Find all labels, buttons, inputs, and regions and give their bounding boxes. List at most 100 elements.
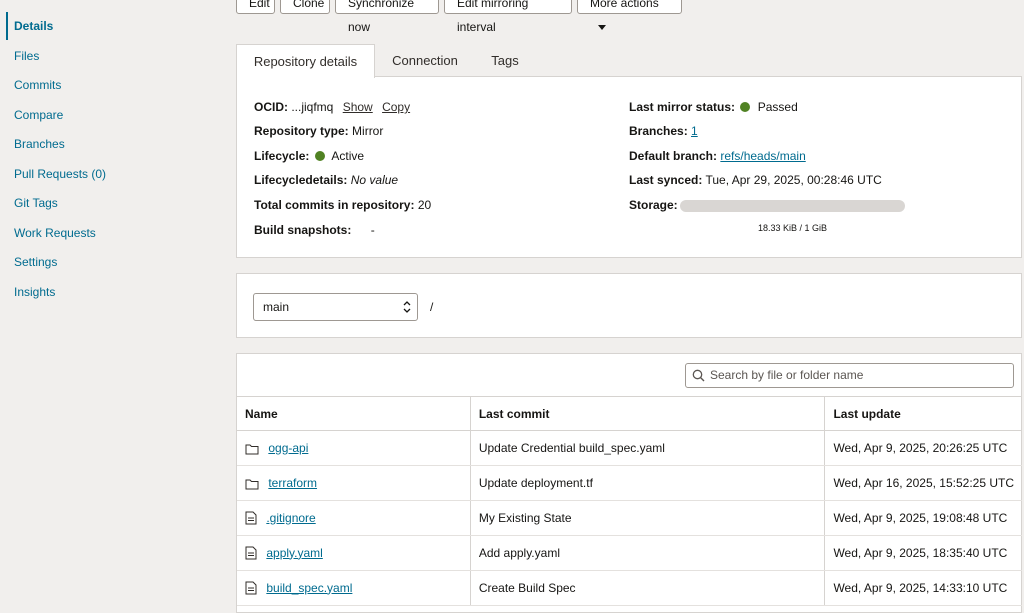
mirror-status-label: Last mirror status:: [629, 100, 736, 114]
table-row: build_spec.yaml Create Build Spec Wed, A…: [237, 570, 1022, 606]
tab-tags[interactable]: Tags: [478, 44, 532, 77]
last-update-cell: Wed, Apr 9, 2025, 18:35:40 UTC: [824, 535, 1022, 571]
mirror-status-row: Last mirror status: Passed: [629, 100, 798, 114]
file-name-link[interactable]: build_spec.yaml: [266, 581, 352, 595]
storage-row: Storage:: [629, 198, 678, 212]
table-row: ogg-api Update Credential build_spec.yam…: [237, 430, 1022, 466]
caret-down-icon: [598, 25, 606, 31]
synchronize-button[interactable]: Synchronize now: [335, 0, 439, 34]
last-commit-cell: My Existing State: [469, 500, 825, 536]
branches-label: Branches:: [629, 124, 688, 138]
file-icon: [245, 511, 257, 525]
ocid-row: OCID: ...jiqfmq Show Copy: [254, 100, 410, 114]
last-update-cell: Wed, Apr 9, 2025, 19:08:48 UTC: [824, 500, 1022, 536]
storage-label: Storage:: [629, 198, 678, 212]
edit-mirroring-interval-button[interactable]: Edit mirroring interval: [444, 0, 572, 34]
repository-type-label: Repository type:: [254, 124, 349, 138]
sidebar: Details Files Commits Compare Branches P…: [0, 0, 210, 606]
branches-row: Branches: 1: [629, 124, 698, 138]
sidebar-item-insights[interactable]: Insights: [6, 278, 204, 306]
column-header-last-commit[interactable]: Last commit: [469, 396, 825, 431]
edit-button[interactable]: Edit: [236, 0, 275, 14]
file-name-cell: terraform: [237, 465, 471, 501]
files-table: Name Last commit Last update ogg-api Upd…: [237, 396, 1022, 606]
lifecycle-details-value: No value: [350, 173, 399, 187]
file-name-link[interactable]: apply.yaml: [266, 546, 322, 560]
total-commits-row: Total commits in repository: 20: [254, 198, 431, 212]
build-snapshots-label: Build snapshots:: [254, 223, 352, 237]
sidebar-item-files[interactable]: Files: [6, 42, 204, 70]
file-name-cell: ogg-api: [237, 430, 471, 466]
file-name-link[interactable]: .gitignore: [266, 511, 315, 525]
last-commit-cell: Add apply.yaml: [469, 535, 825, 571]
lifecycle-details-row: Lifecycledetails: No value: [254, 173, 398, 187]
sidebar-item-work-requests[interactable]: Work Requests: [6, 219, 204, 247]
folder-icon: [245, 444, 259, 455]
last-update-cell: Wed, Apr 9, 2025, 14:33:10 UTC: [824, 570, 1022, 606]
last-update-cell: Wed, Apr 16, 2025, 15:52:25 UTC: [824, 465, 1022, 501]
lifecycle-value: Active: [331, 149, 365, 163]
clone-button[interactable]: Clone: [280, 0, 330, 14]
sidebar-item-branches[interactable]: Branches: [6, 130, 204, 158]
default-branch-label: Default branch:: [629, 149, 718, 163]
status-active-icon: [314, 151, 325, 161]
file-icon: [245, 546, 257, 560]
build-snapshots-row: Build snapshots: -: [254, 223, 375, 237]
branches-count-link[interactable]: 1: [691, 124, 698, 138]
file-name-link[interactable]: terraform: [268, 476, 317, 490]
storage-usage-text: 18.33 KiB / 1 GiB: [757, 223, 828, 233]
table-header-row: Name Last commit Last update: [237, 396, 1022, 431]
repository-type-row: Repository type: Mirror: [254, 124, 383, 138]
table-row: apply.yaml Add apply.yaml Wed, Apr 9, 20…: [237, 535, 1022, 571]
lifecycle-row: Lifecycle: Active: [254, 149, 364, 163]
branch-select[interactable]: main: [253, 293, 418, 321]
table-row: terraform Update deployment.tf Wed, Apr …: [237, 465, 1022, 501]
select-arrows-icon: [403, 301, 411, 313]
folder-icon: [245, 479, 259, 490]
total-commits-value: 20: [417, 198, 432, 212]
column-header-last-update[interactable]: Last update: [824, 396, 1022, 431]
total-commits-label: Total commits in repository:: [254, 198, 415, 212]
search-input[interactable]: Search by file or folder name: [685, 363, 1014, 388]
last-synced-row: Last synced: Tue, Apr 29, 2025, 00:28:46…: [629, 173, 882, 187]
build-snapshots-value: -: [370, 223, 375, 237]
default-branch-link[interactable]: refs/heads/main: [720, 149, 805, 163]
last-synced-label: Last synced:: [629, 173, 703, 187]
last-synced-value: Tue, Apr 29, 2025, 00:28:46 UTC: [705, 173, 882, 187]
sidebar-item-compare[interactable]: Compare: [6, 101, 204, 129]
table-row: .gitignore My Existing State Wed, Apr 9,…: [237, 500, 1022, 536]
status-passed-icon: [740, 102, 751, 112]
sidebar-item-details[interactable]: Details: [6, 12, 204, 40]
branch-select-value: main: [263, 300, 290, 314]
last-commit-cell: Update Credential build_spec.yaml: [469, 430, 825, 466]
file-name-link[interactable]: ogg-api: [268, 441, 308, 455]
tab-connection[interactable]: Connection: [380, 44, 470, 77]
last-update-cell: Wed, Apr 9, 2025, 20:26:25 UTC: [824, 430, 1022, 466]
more-actions-button[interactable]: More actions: [577, 0, 682, 31]
file-icon: [245, 581, 257, 595]
repository-type-value: Mirror: [352, 124, 384, 138]
lifecycle-label: Lifecycle:: [254, 149, 310, 163]
ocid-show-link[interactable]: Show: [343, 100, 373, 114]
mirror-status-value: Passed: [757, 100, 798, 114]
tab-repository-details[interactable]: Repository details: [236, 44, 375, 78]
search-icon: [692, 369, 705, 382]
sidebar-item-git-tags[interactable]: Git Tags: [6, 189, 204, 217]
file-name-cell: build_spec.yaml: [237, 570, 471, 606]
search-placeholder: Search by file or folder name: [710, 368, 864, 382]
sidebar-item-commits[interactable]: Commits: [6, 71, 204, 99]
ocid-copy-link[interactable]: Copy: [382, 100, 410, 114]
file-name-cell: apply.yaml: [237, 535, 471, 571]
last-commit-cell: Update deployment.tf: [469, 465, 825, 501]
path-separator: /: [430, 300, 434, 314]
file-name-cell: .gitignore: [237, 500, 471, 536]
storage-usage-bar: [680, 200, 905, 212]
sidebar-item-settings[interactable]: Settings: [6, 248, 204, 276]
sidebar-item-pull-requests[interactable]: Pull Requests (0): [6, 160, 204, 188]
more-actions-label: More actions: [590, 0, 659, 10]
last-commit-cell: Create Build Spec: [469, 570, 825, 606]
default-branch-row: Default branch: refs/heads/main: [629, 149, 806, 163]
ocid-value: ...jiqfmq: [291, 100, 334, 114]
ocid-label: OCID:: [254, 100, 288, 114]
column-header-name[interactable]: Name: [237, 396, 471, 431]
